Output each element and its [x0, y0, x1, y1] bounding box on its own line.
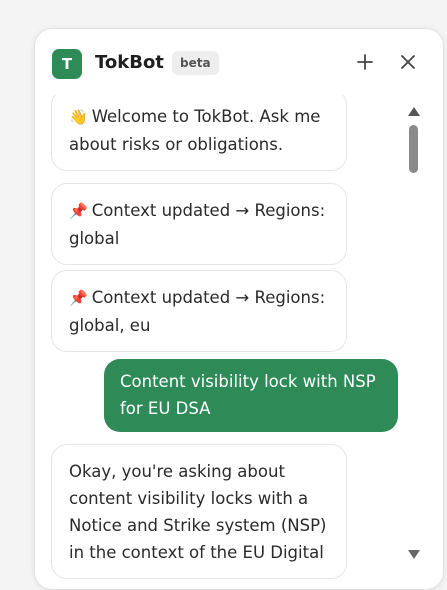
bot-message: Okay, you're asking about content visibi… [51, 444, 347, 579]
bot-message: 📌 Context updated → Regions: global [51, 183, 347, 265]
message-text: Context updated → Regions: global, eu [69, 288, 326, 335]
pushpin-icon: 📌 [69, 202, 88, 220]
new-chat-button[interactable] [350, 47, 380, 77]
bot-message: 📌 Context updated → Regions: global, eu [51, 270, 347, 352]
message-text: Context updated → Regions: global [69, 201, 326, 248]
message-text: Content visibility lock with NSP for EU … [120, 372, 376, 418]
tokbot-logo: T [52, 49, 82, 79]
pushpin-icon: 📌 [69, 289, 88, 307]
chat-title: TokBot [95, 52, 164, 73]
message-text: Welcome to TokBot. Ask me about risks or… [69, 107, 321, 154]
chat-panel: T TokBot beta 👋 Welcome to TokBot. Ask me… [34, 28, 444, 590]
chat-header: T TokBot beta [35, 29, 443, 95]
close-button[interactable] [393, 47, 423, 77]
waving-hand-icon: 👋 [69, 108, 88, 126]
plus-icon [357, 54, 373, 70]
close-icon [401, 55, 415, 69]
bot-message: 👋 Welcome to TokBot. Ask me about risks o… [51, 95, 347, 171]
message-text: Okay, you're asking about content visibi… [69, 462, 327, 562]
scroll-thumb[interactable] [409, 125, 418, 173]
message-list[interactable]: 👋 Welcome to TokBot. Ask me about risks o… [35, 95, 443, 589]
user-message: Content visibility lock with NSP for EU … [104, 359, 398, 432]
scroll-up-arrow-icon[interactable] [408, 107, 420, 116]
beta-badge: beta [172, 51, 219, 75]
scrollbar[interactable] [403, 95, 425, 589]
scroll-down-arrow-icon[interactable] [408, 550, 420, 559]
